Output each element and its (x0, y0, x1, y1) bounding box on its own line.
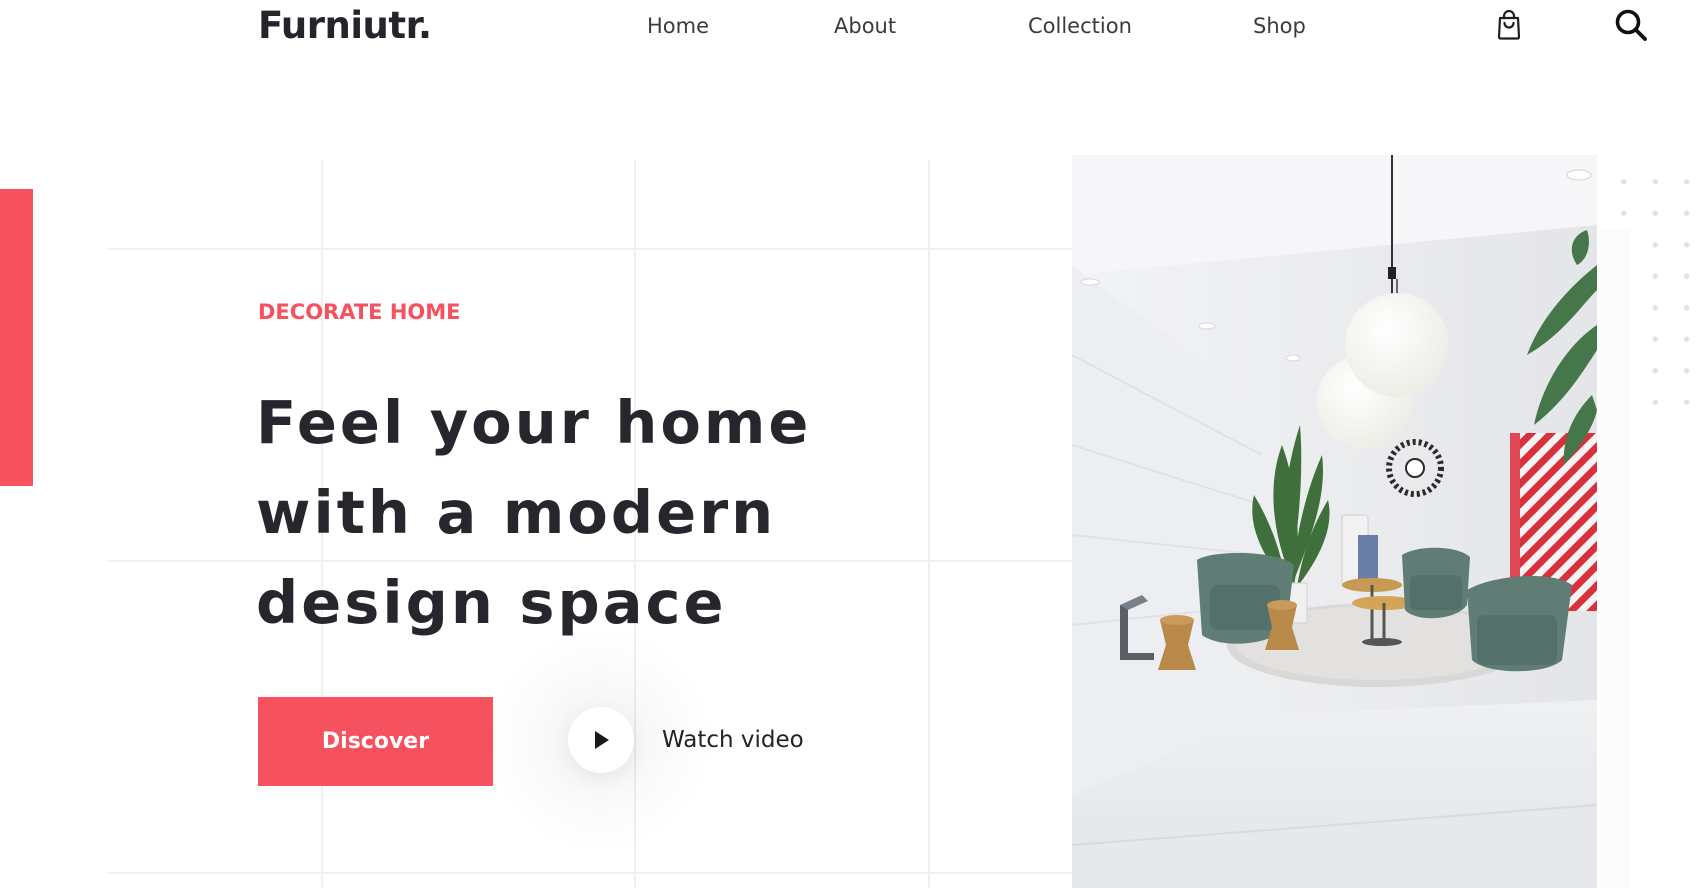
headline-line: Feel your home (256, 388, 812, 457)
search-icon (1615, 9, 1647, 41)
shopping-bag-icon (1497, 10, 1521, 40)
headline-line: with a modern (256, 478, 777, 547)
accent-bar (0, 189, 33, 486)
nav-shop[interactable]: Shop (1253, 8, 1306, 44)
hero-image (1072, 155, 1597, 888)
nav-collection[interactable]: Collection (1028, 8, 1132, 44)
discover-button[interactable]: Discover (258, 697, 493, 786)
play-video-button[interactable] (568, 707, 634, 773)
nav-home[interactable]: Home (647, 8, 709, 44)
hero-eyebrow: DECORATE HOME (258, 300, 461, 324)
brand-logo[interactable]: Furniutr. (258, 2, 432, 50)
nav-about[interactable]: About (834, 8, 896, 44)
grid-line (928, 160, 930, 888)
watch-video-link[interactable]: Watch video (662, 724, 804, 756)
photo-backdrop (1600, 230, 1630, 888)
grid-line (108, 872, 1080, 874)
play-icon (595, 731, 609, 749)
landing-page: Furniutr. Home About Collection Shop DEC… (0, 0, 1707, 888)
cart-button[interactable] (1491, 7, 1527, 43)
search-button[interactable] (1613, 7, 1649, 43)
hero-headline: Feel your home with a modern design spac… (256, 378, 896, 648)
grid-line (108, 248, 1080, 250)
